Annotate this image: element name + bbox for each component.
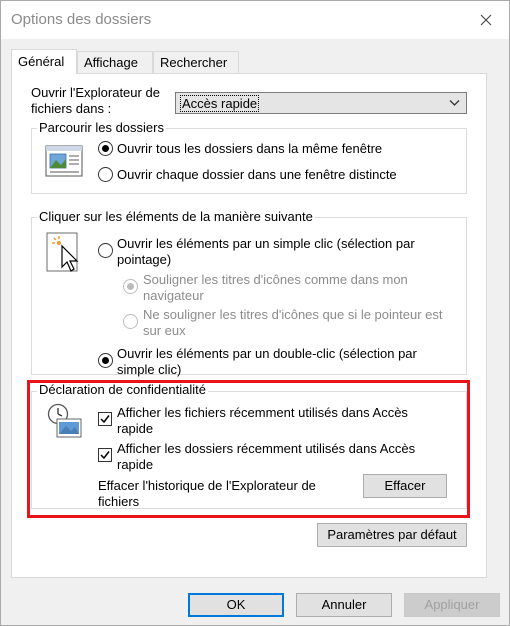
apply-button-label: Appliquer <box>424 597 480 612</box>
tab-general[interactable]: Général <box>11 49 77 74</box>
cancel-button[interactable]: Annuler <box>296 593 392 617</box>
title-bar: Options des dossiers <box>1 1 509 39</box>
radio-single-click-label: Ouvrir les éléments par un simple clic (… <box>117 236 415 251</box>
cancel-button-label: Annuler <box>321 597 367 612</box>
click-items-title: Cliquer sur les éléments de la manière s… <box>37 209 315 224</box>
clear-history-button-label: Effacer <box>384 478 426 493</box>
click-cursor-icon <box>46 232 79 272</box>
clear-history-label-cont: fichiers <box>98 494 140 509</box>
browse-folders-group <box>31 128 467 194</box>
radio-new-window[interactable] <box>98 167 113 182</box>
checkbox-recent-files[interactable] <box>98 412 112 426</box>
apply-button[interactable]: Appliquer <box>404 593 500 617</box>
checkbox-recent-files-label: Afficher les fichiers récemment utilisés… <box>117 405 408 420</box>
radio-underline-hover-label: Ne souligner les titres d'icônes que si … <box>143 307 443 322</box>
clear-history-button[interactable]: Effacer <box>363 474 447 498</box>
checkbox-recent-files-label-cont: rapide <box>117 421 154 436</box>
radio-single-click-label-cont: pointage) <box>117 252 172 267</box>
checkbox-recent-folders[interactable] <box>98 448 112 462</box>
close-icon <box>480 14 492 26</box>
open-explorer-label: Ouvrir l'Explorateur de <box>31 85 160 100</box>
radio-double-click-label: Ouvrir les éléments par un double-clic (… <box>117 346 417 361</box>
checkbox-recent-folders-label-cont: rapide <box>117 457 154 472</box>
folder-options-dialog: Options des dossiers Général Affichage R… <box>0 0 510 626</box>
open-explorer-selected-value: Accès rapide <box>180 95 260 112</box>
radio-new-window-label: Ouvrir chaque dossier dans une fenêtre d… <box>117 167 397 182</box>
tab-view[interactable]: Affichage <box>77 51 153 73</box>
tab-search[interactable]: Rechercher <box>153 51 239 73</box>
chevron-down-icon <box>449 100 460 106</box>
tab-general-label: Général <box>18 54 65 69</box>
radio-same-window[interactable] <box>98 141 113 156</box>
privacy-title: Déclaration de confidentialité <box>37 382 208 397</box>
tab-view-label: Affichage <box>84 55 138 70</box>
radio-underline-hover-label-cont: sur eux <box>143 323 186 338</box>
radio-double-click-label-cont: simple clic) <box>117 362 182 377</box>
checkmark-icon <box>100 415 110 424</box>
radio-underline-browser-label-cont: navigateur <box>143 288 204 303</box>
clear-history-label: Effacer l'historique de l'Explorateur de <box>98 478 316 493</box>
ok-button[interactable]: OK <box>188 593 284 617</box>
radio-single-click[interactable] <box>98 243 113 258</box>
ok-button-label: OK <box>226 597 246 612</box>
tab-search-label: Rechercher <box>160 55 228 70</box>
checkbox-recent-folders-label: Afficher les dossiers récemment utilisés… <box>117 441 416 456</box>
open-explorer-label-cont: fichiers dans : <box>31 101 112 116</box>
close-button[interactable] <box>463 1 509 39</box>
checkmark-icon <box>100 451 110 460</box>
radio-double-click[interactable] <box>98 353 113 368</box>
recent-files-clock-icon <box>47 403 82 438</box>
radio-underline-browser-label: Souligner les titres d'icônes comme dans… <box>143 272 408 287</box>
restore-defaults-button-label: Paramètres par défaut <box>327 527 457 542</box>
folder-window-icon <box>45 145 83 177</box>
open-explorer-select[interactable]: Accès rapide <box>175 92 467 114</box>
radio-underline-browser[interactable] <box>123 279 138 294</box>
window-title: Options des dossiers <box>11 11 152 28</box>
browse-folders-title: Parcourir les dossiers <box>37 120 166 135</box>
radio-same-window-label: Ouvrir tous les dossiers dans la même fe… <box>117 141 383 156</box>
restore-defaults-button[interactable]: Paramètres par défaut <box>317 523 467 547</box>
radio-underline-hover[interactable] <box>123 314 138 329</box>
